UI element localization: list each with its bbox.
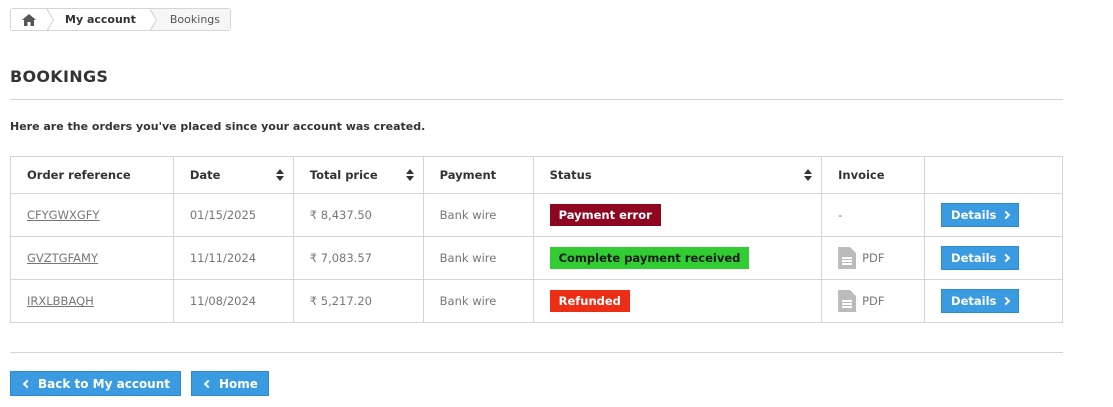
order-date: 11/08/2024 — [172, 279, 294, 323]
details-button[interactable]: Details — [941, 289, 1020, 313]
details-button-label: Details — [951, 294, 997, 308]
breadcrumb: My account Bookings — [10, 8, 232, 32]
details-button-label: Details — [951, 208, 997, 222]
header-status[interactable]: Status — [532, 156, 823, 194]
order-payment: Bank wire — [422, 236, 534, 280]
back-to-account-button[interactable]: Back to My account — [10, 371, 182, 396]
table-row: GVZTGFAMY 11/11/2024 ₹ 7,083.57 Bank wir… — [10, 236, 1063, 280]
footer-actions: Back to My account Home — [10, 371, 269, 396]
status-badge: Payment error — [549, 204, 661, 226]
table-row: IRXLBBAQH 11/08/2024 ₹ 5,217.20 Bank wir… — [10, 279, 1063, 323]
breadcrumb-current: Bookings — [149, 9, 231, 30]
chevron-right-icon — [1002, 210, 1011, 220]
sort-icon[interactable] — [405, 169, 414, 181]
status-badge: Refunded — [549, 290, 630, 312]
order-total: ₹ 8,437.50 — [292, 193, 424, 237]
divider — [10, 352, 1063, 353]
header-payment: Payment — [422, 156, 534, 194]
orders-table: Order reference Date Total price Payment… — [10, 156, 1063, 323]
invoice-pdf-label: PDF — [862, 294, 885, 308]
header-date[interactable]: Date — [172, 156, 294, 194]
order-date: 11/11/2024 — [172, 236, 294, 280]
order-payment: Bank wire — [422, 279, 534, 323]
breadcrumb-my-account[interactable]: My account — [47, 8, 157, 32]
details-button-label: Details — [951, 251, 997, 265]
invoice-pdf-label: PDF — [862, 251, 885, 265]
file-icon — [838, 290, 857, 312]
chevron-right-icon — [1002, 253, 1011, 263]
status-badge: Complete payment received — [549, 247, 750, 269]
page-title: BOOKINGS — [10, 67, 1063, 100]
file-icon — [838, 247, 857, 269]
order-total: ₹ 5,217.20 — [292, 279, 424, 323]
chevron-right-icon — [1002, 296, 1011, 306]
details-button[interactable]: Details — [941, 246, 1020, 270]
table-header-row: Order reference Date Total price Payment… — [10, 156, 1063, 194]
header-total-price[interactable]: Total price — [292, 156, 424, 194]
header-order-reference: Order reference — [10, 156, 174, 194]
invoice-none: - — [821, 193, 926, 237]
back-to-account-label: Back to My account — [38, 376, 171, 391]
order-payment: Bank wire — [422, 193, 534, 237]
header-invoice: Invoice — [821, 156, 926, 194]
sort-icon[interactable] — [804, 169, 813, 181]
sort-icon[interactable] — [275, 169, 284, 181]
invoice-pdf-link[interactable]: PDF — [838, 247, 908, 269]
chevron-left-icon — [22, 379, 32, 388]
order-reference-link[interactable]: CFYGWXGFY — [27, 208, 99, 222]
order-reference-link[interactable]: IRXLBBAQH — [27, 294, 94, 308]
order-date: 01/15/2025 — [172, 193, 294, 237]
intro-text: Here are the orders you've placed since … — [10, 120, 426, 133]
header-actions — [924, 156, 1063, 194]
table-row: CFYGWXGFY 01/15/2025 ₹ 8,437.50 Bank wir… — [10, 193, 1063, 237]
breadcrumb-home[interactable] — [11, 8, 54, 32]
details-button[interactable]: Details — [941, 203, 1020, 227]
home-button-label: Home — [219, 376, 258, 391]
order-total: ₹ 7,083.57 — [292, 236, 424, 280]
home-icon — [22, 13, 36, 26]
chevron-left-icon — [203, 379, 213, 388]
invoice-pdf-link[interactable]: PDF — [838, 290, 908, 312]
breadcrumb-my-account-label: My account — [65, 13, 136, 26]
home-button[interactable]: Home — [191, 371, 269, 396]
order-reference-link[interactable]: GVZTGFAMY — [27, 251, 98, 265]
